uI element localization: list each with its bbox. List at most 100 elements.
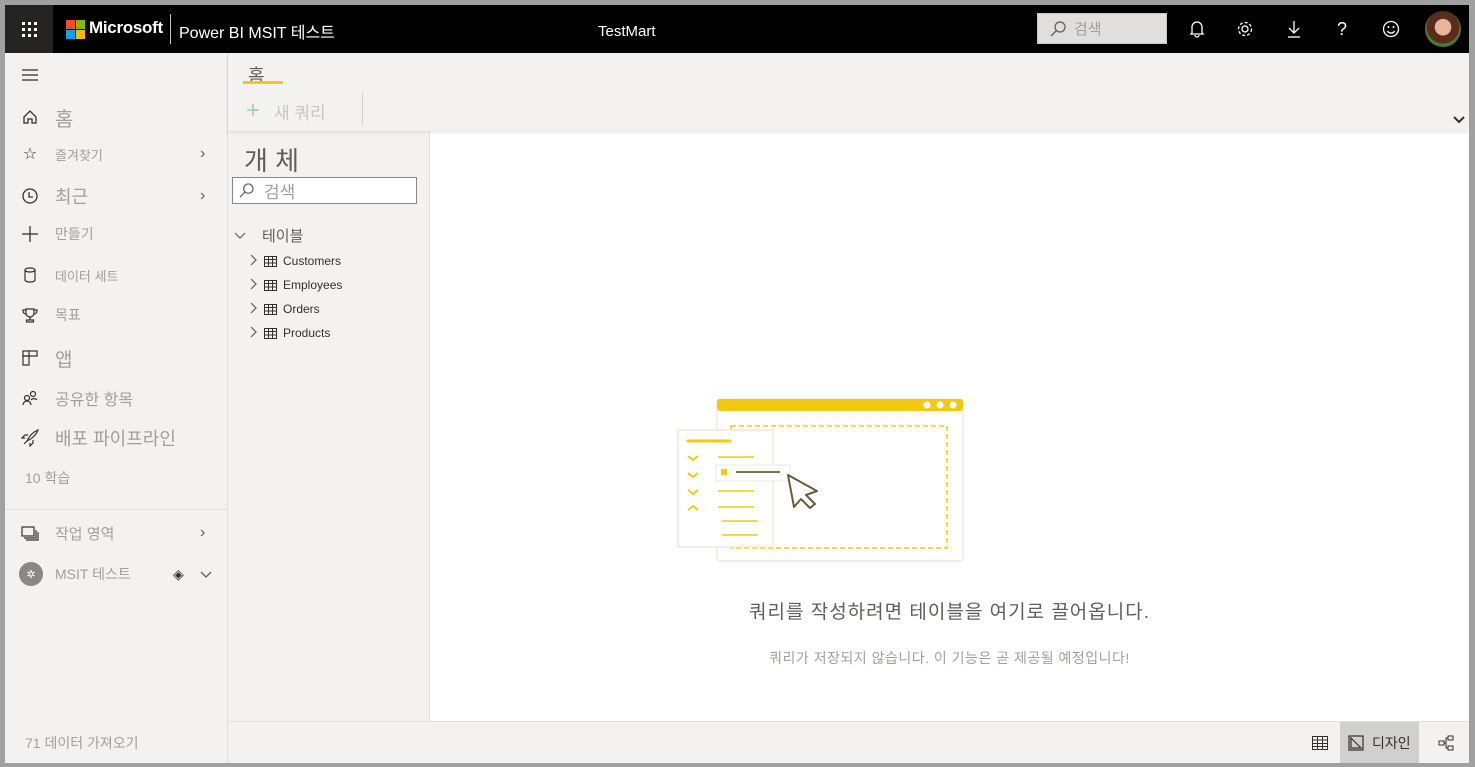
chevron-right-icon: ›: [200, 145, 206, 162]
chevron-right-icon: [250, 302, 262, 317]
nav-item-label: 홈: [55, 108, 74, 131]
nav-item-label: 배포 파이프라인: [55, 429, 176, 449]
top-bar: Microsoft Power BI MSIT 테스트 TestMart 검색 …: [5, 5, 1469, 53]
header-divider: [170, 14, 171, 44]
nav-item-learn[interactable]: 10 학습: [5, 460, 227, 496]
nav-item-apps[interactable]: 앱: [5, 340, 227, 376]
data-view-button[interactable]: [1305, 722, 1335, 763]
workspace-avatar: ✲: [19, 562, 43, 586]
table-name: Products: [283, 326, 331, 340]
nav-item-label: 작업 영역: [55, 525, 115, 543]
app-window: Microsoft Power BI MSIT 테스트 TestMart 검색 …: [5, 5, 1469, 763]
help-icon: ?: [1336, 18, 1347, 39]
global-search-input[interactable]: 검색: [1037, 13, 1167, 44]
clock-icon: [20, 186, 40, 206]
diagram-icon: [1438, 735, 1454, 751]
nav-toggle-button[interactable]: [5, 57, 227, 93]
tree-group-tables[interactable]: 테이블: [234, 225, 303, 246]
feedback-button[interactable]: [1379, 17, 1403, 41]
table-icon: [264, 303, 277, 315]
table-icon: [264, 279, 277, 291]
help-button[interactable]: ?: [1330, 17, 1354, 41]
settings-button[interactable]: [1233, 17, 1257, 41]
nav-item-label: 앱: [55, 349, 73, 371]
chevron-down-icon[interactable]: [200, 567, 212, 582]
query-canvas[interactable]: 쿼리를 작성하려면 테이블을 여기로 끌어옵니다. 쿼리가 저장되지 않습니다.…: [430, 131, 1469, 721]
drag-table-illustration: [677, 398, 964, 562]
nav-item-msit-workspace[interactable]: ✲ MSIT 테스트 ◈: [5, 556, 227, 592]
nav-item-home[interactable]: 홈: [5, 99, 227, 135]
chevron-down-icon: [234, 229, 250, 243]
chevron-down-icon: [1453, 116, 1465, 124]
apps-icon: [20, 348, 40, 368]
avatar[interactable]: [1425, 11, 1461, 47]
design-view-button[interactable]: 디자인: [1340, 722, 1419, 763]
search-placeholder: 검색: [1074, 21, 1102, 38]
notifications-button[interactable]: [1185, 17, 1209, 41]
nav-item-pipelines[interactable]: 배포 파이프라인: [5, 420, 227, 456]
table-item-customers[interactable]: Customers: [250, 251, 341, 271]
model-view-button[interactable]: [1431, 722, 1461, 763]
report-title: TestMart: [598, 23, 656, 40]
nav-item-label: 만들기: [55, 226, 94, 242]
nav-item-recent[interactable]: 최근 ›: [5, 178, 227, 214]
ribbon-collapse-button[interactable]: [1453, 113, 1465, 127]
nav-item-shared[interactable]: 공유한 항목: [5, 380, 227, 416]
get-data-link[interactable]: 71 데이터 가져오기: [25, 733, 139, 753]
nav-item-label: MSIT 테스트: [55, 566, 131, 582]
table-item-orders[interactable]: Orders: [250, 299, 320, 319]
microsoft-logo-icon: [66, 20, 85, 39]
nav-item-datasets[interactable]: 데이터 세트: [5, 257, 227, 293]
app-title[interactable]: Power BI MSIT 테스트: [179, 19, 335, 43]
table-item-employees[interactable]: Employees: [250, 275, 342, 295]
workspaces-icon: [20, 523, 40, 543]
table-item-products[interactable]: Products: [250, 323, 330, 343]
nav-item-label: 10 학습: [25, 470, 71, 486]
app-launcher-button[interactable]: [5, 5, 53, 53]
waffle-icon: [21, 21, 37, 37]
nav-item-favorites[interactable]: ☆ 즐겨찾기 ›: [5, 136, 227, 172]
table-icon: [1312, 736, 1328, 750]
new-query-button[interactable]: + 새 쿼리: [246, 97, 326, 125]
objects-search-input[interactable]: 검색: [232, 177, 417, 204]
search-icon: [239, 183, 254, 198]
trophy-icon: [20, 305, 40, 325]
table-name: Orders: [283, 302, 320, 316]
chevron-right-icon: [250, 254, 262, 269]
download-button[interactable]: [1282, 17, 1306, 41]
objects-panel: 개 체 검색 테이블 Customers Employees Orders Pr…: [228, 131, 430, 721]
brand-name: Microsoft: [89, 18, 163, 37]
design-ruler-icon: [1348, 735, 1364, 751]
nav-item-create[interactable]: 만들기: [5, 216, 227, 252]
shared-icon: [20, 388, 40, 408]
nav-item-workspaces[interactable]: 작업 영역 ›: [5, 515, 227, 551]
nav-item-label: 공유한 항목: [55, 392, 134, 409]
star-icon: ☆: [22, 146, 38, 163]
download-icon: [1288, 21, 1300, 38]
tree-group-label: 테이블: [262, 228, 304, 245]
search-placeholder: 검색: [264, 183, 296, 202]
tab-home[interactable]: 홈: [248, 62, 265, 88]
smiley-icon: [1382, 20, 1400, 38]
nav-item-goals[interactable]: 목표: [5, 297, 227, 333]
chevron-right-icon: [250, 278, 262, 293]
chevron-right-icon: [250, 326, 262, 341]
database-icon: [20, 265, 40, 285]
table-name: Employees: [283, 278, 343, 292]
search-icon: [1050, 20, 1066, 36]
plus-icon: [20, 224, 40, 244]
view-switcher-bar: 디자인: [228, 721, 1469, 763]
nav-item-label: 데이터 세트: [55, 268, 119, 284]
objects-title: 개 체: [244, 146, 300, 176]
nav-divider: [5, 509, 227, 510]
premium-diamond-icon: ◈: [173, 565, 184, 582]
table-icon: [264, 255, 277, 267]
rocket-icon: [20, 428, 40, 448]
table-icon: [264, 327, 277, 339]
gear-icon: [1237, 21, 1253, 37]
left-nav: 홈 ☆ 즐겨찾기 › 최근 › 만들기 데이터 세트 목표 앱 공유한 항목 배…: [5, 53, 228, 763]
bell-icon: [1189, 21, 1205, 38]
chevron-right-icon: ›: [200, 187, 206, 204]
chevron-right-icon: ›: [200, 524, 206, 541]
home-icon: [20, 107, 40, 127]
